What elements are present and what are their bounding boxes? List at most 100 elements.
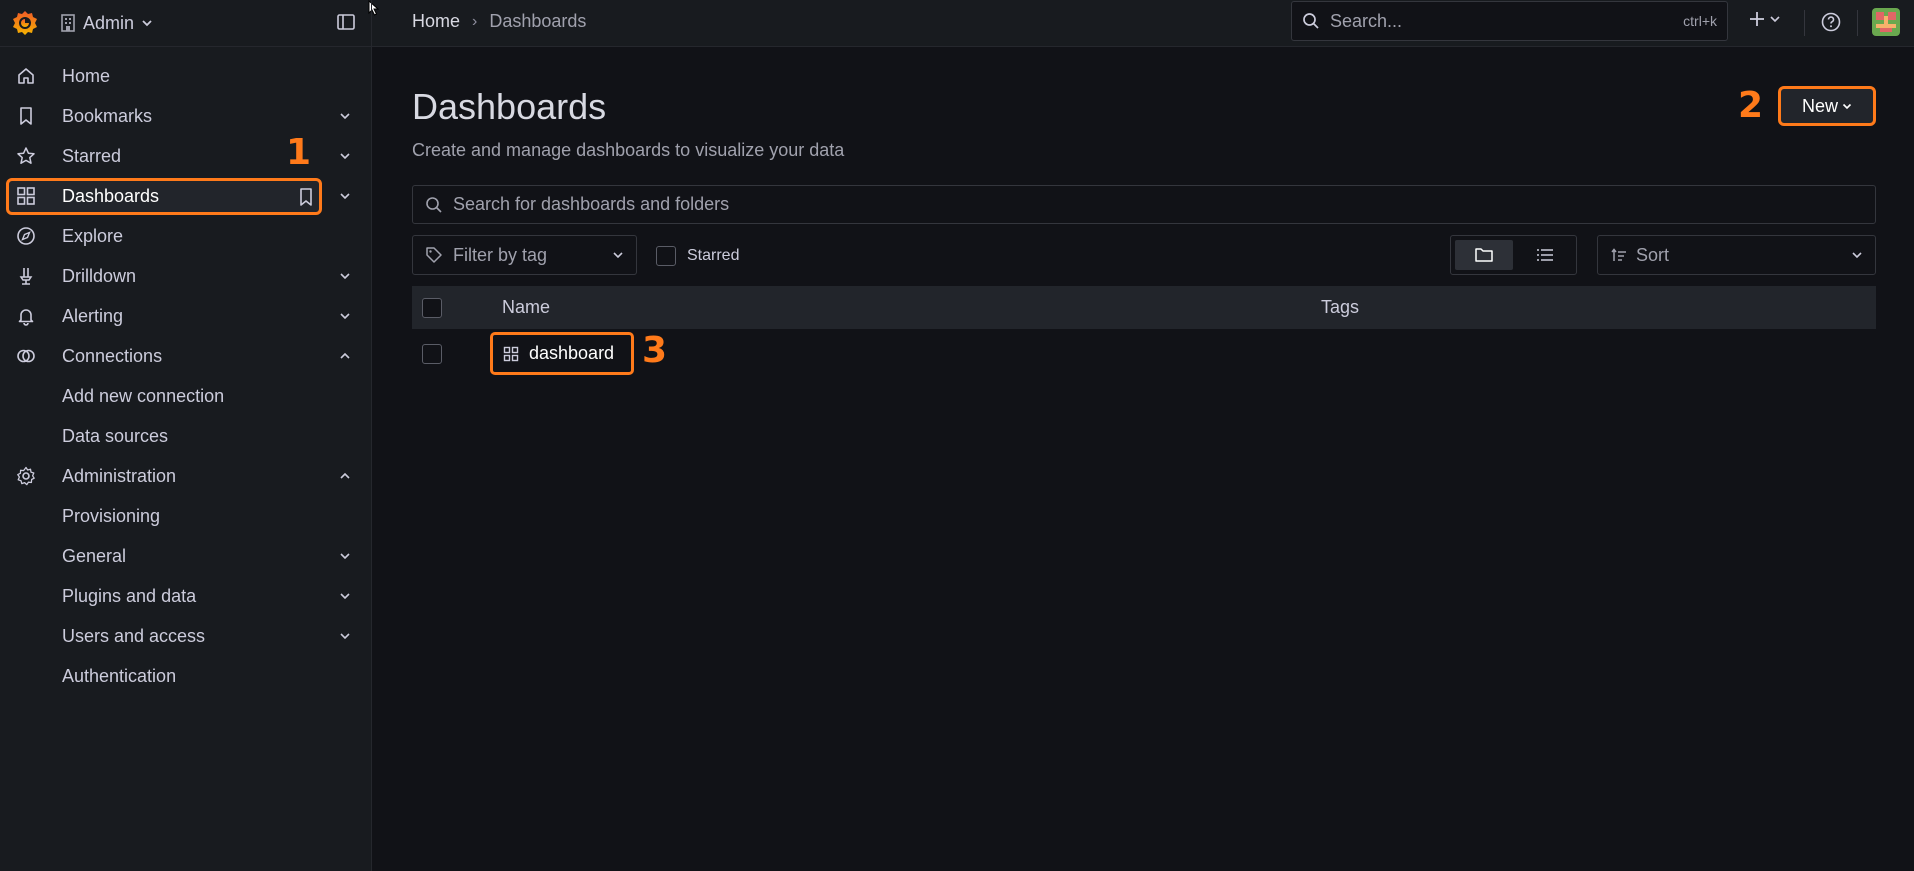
breadcrumb: Home › Dashboards (412, 11, 586, 32)
column-header-name[interactable]: Name (502, 297, 550, 318)
chevron-down-icon (1770, 16, 1780, 23)
sidebar-item-drilldown[interactable]: Drilldown (0, 257, 362, 295)
sidebar-item-bookmarks[interactable]: Bookmarks (0, 97, 362, 135)
sidebar-item-label: Starred (62, 145, 122, 166)
annotation-number-3: 3 (642, 330, 668, 371)
dock-menu-icon[interactable] (336, 12, 356, 32)
apps-icon (503, 346, 519, 361)
sidebar-item-label: Provisioning (62, 505, 161, 526)
sort-icon (1611, 248, 1626, 261)
chevron-down-icon (1852, 252, 1862, 259)
search-shortcut: ctrl+k (1683, 13, 1717, 29)
sidebar-item-label: Explore (62, 225, 124, 246)
breadcrumb-current: Dashboards (489, 11, 587, 31)
sidebar-item-label: Add new connection (62, 385, 225, 406)
chevron-down-icon[interactable] (338, 629, 352, 643)
bookmark-icon (20, 107, 32, 125)
sidebar-item-home[interactable]: Home (0, 57, 362, 95)
sidebar-item-explore[interactable]: Explore (0, 217, 362, 255)
sidebar: Home Bookmarks Starred Dashboards 1 Expl… (0, 47, 371, 871)
dashboard-search-input[interactable]: Search for dashboards and folders (412, 185, 1876, 224)
sidebar-item-label: General (62, 545, 127, 566)
chevron-up-icon[interactable] (338, 469, 352, 483)
table-header: Name Tags (412, 286, 1876, 329)
tag-filter-select[interactable]: Filter by tag (412, 235, 637, 275)
dashboard-search-placeholder: Search for dashboards and folders (453, 194, 730, 214)
page-subtitle: Create and manage dashboards to visualiz… (412, 140, 845, 160)
search-icon (426, 196, 442, 213)
sidebar-item-label: Bookmarks (62, 105, 153, 126)
drilldown-icon (19, 268, 33, 285)
tag-icon (426, 247, 442, 263)
starred-checkbox[interactable] (656, 246, 676, 266)
chevron-down-icon[interactable] (338, 269, 352, 283)
tag-filter-placeholder: Filter by tag (453, 244, 548, 265)
sort-select[interactable]: Sort (1597, 235, 1876, 275)
table-row: dashboard 3 (412, 329, 1876, 377)
cog-icon (17, 466, 35, 486)
mouse-cursor-icon (368, 0, 380, 16)
chevron-down-icon[interactable] (338, 189, 352, 203)
sidebar-item-add-new-connection[interactable]: Add new connection (0, 377, 362, 415)
chevron-down-icon[interactable] (338, 589, 352, 603)
plus-icon (1750, 12, 1764, 26)
dashboard-link[interactable]: dashboard (490, 332, 634, 375)
new-button-label: New (1801, 95, 1838, 116)
sidebar-item-label: Data sources (62, 425, 169, 446)
chevron-down-icon (142, 20, 152, 27)
starred-label: Starred (687, 247, 740, 264)
chevron-down-icon[interactable] (338, 109, 352, 123)
chevron-down-icon[interactable] (338, 149, 352, 163)
user-avatar[interactable] (1872, 8, 1900, 36)
top-bar: Admin Home › Dashboards Search... ctrl+k (0, 0, 1914, 47)
star-icon (17, 147, 35, 164)
add-new-button[interactable] (1748, 10, 1780, 28)
toolbar-divider (1804, 10, 1805, 36)
sidebar-item-connections[interactable]: Connections (0, 337, 362, 375)
new-button[interactable]: New (1778, 86, 1876, 126)
chevron-down-icon (1842, 103, 1852, 110)
sidebar-item-label: Users and access (62, 625, 206, 646)
sidebar-item-administration[interactable]: Administration (0, 457, 362, 495)
sidebar-item-authentication[interactable]: Authentication (0, 657, 362, 695)
annotation-number-2: 2 (1738, 85, 1764, 126)
view-toggle (1450, 235, 1577, 275)
column-header-tags: Tags (1321, 297, 1360, 317)
toolbar-divider (1857, 10, 1858, 36)
list-view-button[interactable] (1517, 240, 1573, 270)
global-search-input[interactable]: Search... ctrl+k (1291, 1, 1728, 41)
select-all-checkbox[interactable] (422, 298, 442, 318)
row-checkbox[interactable] (422, 344, 442, 364)
sidebar-item-label: Administration (62, 465, 177, 486)
sidebar-divider (371, 0, 372, 871)
sidebar-item-data-sources[interactable]: Data sources (0, 417, 362, 455)
sidebar-item-provisioning[interactable]: Provisioning (0, 497, 362, 535)
page-title: Dashboards (412, 86, 607, 127)
sidebar-item-label: Drilldown (62, 265, 137, 286)
org-switcher[interactable]: Admin (60, 11, 153, 35)
global-search-placeholder: Search... (1330, 10, 1403, 31)
chevron-up-icon[interactable] (338, 349, 352, 363)
help-icon[interactable] (1820, 11, 1842, 33)
sidebar-item-general[interactable]: General (0, 537, 362, 575)
apps-icon (17, 187, 35, 205)
breadcrumb-home[interactable]: Home (412, 11, 460, 32)
sidebar-item-plugins-and-data[interactable]: Plugins and data (0, 577, 362, 615)
breadcrumb-separator: › (472, 12, 478, 30)
bookmark-pin-icon[interactable] (297, 187, 315, 207)
link-icon (17, 349, 35, 363)
folder-view-button[interactable] (1455, 240, 1513, 270)
sidebar-item-label: Authentication (62, 665, 177, 686)
annotation-number-1: 1 (286, 132, 312, 173)
sidebar-item-label: Connections (62, 345, 163, 366)
dashboard-name: dashboard (529, 343, 615, 363)
chevron-down-icon[interactable] (338, 309, 352, 323)
folder-icon (1475, 248, 1493, 262)
sort-placeholder: Sort (1636, 244, 1670, 265)
grafana-logo-icon[interactable] (10, 8, 40, 38)
home-icon (18, 68, 34, 84)
sidebar-item-label: Alerting (62, 305, 124, 326)
chevron-down-icon[interactable] (338, 549, 352, 563)
sidebar-item-users-and-access[interactable]: Users and access (0, 617, 362, 655)
sidebar-item-alerting[interactable]: Alerting (0, 297, 362, 335)
